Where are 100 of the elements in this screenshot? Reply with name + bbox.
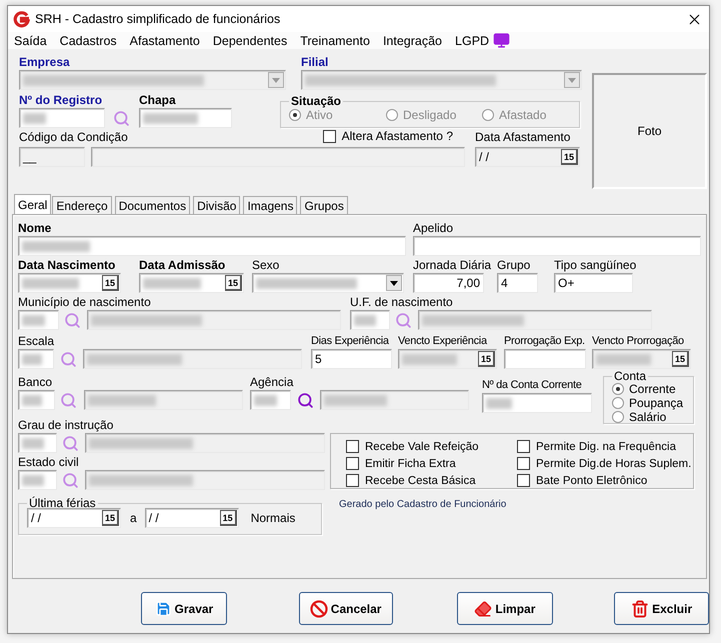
- input-field[interactable]: [83, 349, 302, 369]
- checkbox-option[interactable]: Altera Afastamento ?: [322, 129, 453, 143]
- blurred-text: [324, 394, 388, 406]
- calendar-button[interactable]: 15: [220, 510, 237, 526]
- blurred-text: [22, 278, 79, 288]
- action-button[interactable]: Cancelar: [298, 592, 393, 625]
- field-label: Tipo sangüíneo: [554, 259, 636, 272]
- blurred-text: [88, 394, 156, 406]
- tab[interactable]: Imagens: [243, 196, 298, 214]
- input-field[interactable]: [19, 108, 105, 128]
- action-button[interactable]: Limpar: [456, 592, 554, 625]
- menu-item[interactable]: Treinamento: [300, 34, 370, 48]
- checkbox-option[interactable]: Recebe Vale Refeição: [346, 438, 517, 455]
- checkbox-option[interactable]: Recebe Cesta Básica: [346, 472, 517, 489]
- dropdown-field[interactable]: [252, 273, 404, 293]
- menu-item[interactable]: LGPD: [455, 34, 490, 48]
- photo-frame[interactable]: Foto: [592, 73, 707, 189]
- blurred-text: [22, 474, 44, 486]
- input-field[interactable]: [139, 108, 232, 128]
- field-label: Nome: [18, 222, 52, 235]
- input-field[interactable]: 7,00: [413, 273, 484, 293]
- calendar-button[interactable]: 15: [225, 275, 242, 291]
- input-field[interactable]: [413, 236, 701, 256]
- input-field[interactable]: [18, 390, 55, 410]
- dropdown-field[interactable]: [301, 70, 582, 90]
- calendar-button[interactable]: 15: [478, 351, 495, 367]
- input-field[interactable]: [250, 390, 291, 410]
- radio-option[interactable]: Corrente: [612, 382, 693, 396]
- checkbox-option[interactable]: Permite Dig.de Horas Suplem.: [517, 455, 697, 472]
- input-field[interactable]: [350, 310, 390, 330]
- field-label: Sexo: [252, 259, 280, 272]
- checkbox-option[interactable]: Permite Dig. na Frequência: [517, 438, 697, 455]
- input-field[interactable]: [482, 393, 592, 413]
- field-label: Empresa: [19, 56, 70, 69]
- field-label: Vencto Prorrogação: [592, 335, 684, 348]
- tab[interactable]: Divisão: [193, 196, 240, 214]
- blurred-text: [402, 354, 457, 364]
- field-label: Município de nascimento: [18, 296, 151, 309]
- calendar-button[interactable]: 15: [672, 351, 689, 367]
- tab[interactable]: Grupos: [300, 196, 348, 214]
- info-note: Gerado pelo Cadastro de Funcionário: [339, 499, 508, 510]
- input-field[interactable]: [18, 349, 54, 369]
- field-label: Prorrogação Exp.: [504, 335, 585, 348]
- menu-item[interactable]: Cadastros: [60, 34, 117, 48]
- field-label: Estado civil: [18, 456, 79, 469]
- checkbox-option[interactable]: Emitir Ficha Extra: [346, 455, 517, 472]
- tab[interactable]: Documentos: [114, 196, 190, 214]
- menu-item[interactable]: Saída: [14, 34, 47, 48]
- monitor-icon[interactable]: [493, 32, 510, 49]
- input-field[interactable]: 4: [497, 273, 538, 293]
- logo-icon: [13, 10, 30, 28]
- date-field[interactable]: 15: [139, 273, 244, 293]
- date-field[interactable]: 15: [18, 273, 121, 293]
- blurred-text: [22, 354, 42, 364]
- radio-option[interactable]: Salário: [612, 410, 693, 424]
- date-field[interactable]: / / 15: [475, 147, 580, 167]
- menu-item[interactable]: Afastamento: [130, 34, 200, 48]
- search-icon[interactable]: [297, 392, 314, 408]
- input-field[interactable]: [18, 236, 406, 256]
- input-field[interactable]: [18, 310, 59, 330]
- menu-item[interactable]: Integração: [382, 34, 442, 48]
- date-field[interactable]: 15: [592, 349, 691, 369]
- dropdown-button[interactable]: [386, 275, 402, 291]
- input-field[interactable]: [87, 310, 341, 330]
- input-field[interactable]: [85, 433, 325, 453]
- input-field[interactable]: __: [19, 147, 85, 167]
- input-field[interactable]: [84, 390, 243, 410]
- date-field[interactable]: / / 15: [27, 508, 121, 528]
- action-button[interactable]: Excluir: [614, 592, 709, 625]
- date-field[interactable]: 15: [398, 349, 497, 369]
- blurred-text: [254, 394, 278, 406]
- tab[interactable]: Endereço: [52, 196, 112, 214]
- input-field[interactable]: O+: [554, 273, 633, 293]
- field-label: Grau de instrução: [18, 419, 114, 432]
- input-field[interactable]: [320, 390, 469, 410]
- input-field[interactable]: [18, 470, 57, 490]
- action-button[interactable]: Gravar: [141, 592, 227, 625]
- blurred-text: [22, 240, 90, 252]
- dropdown-field[interactable]: [19, 70, 286, 90]
- trash-icon: [631, 600, 650, 618]
- field-label: Vencto Experiência: [398, 335, 487, 348]
- input-field[interactable]: [418, 310, 652, 330]
- menu-item[interactable]: Dependentes: [212, 34, 288, 48]
- date-field[interactable]: / / 15: [144, 508, 239, 528]
- input-field[interactable]: [18, 433, 57, 453]
- calendar-button[interactable]: 15: [561, 149, 578, 165]
- calendar-button[interactable]: 15: [102, 510, 119, 526]
- blurred-text: [22, 314, 46, 326]
- input-field[interactable]: [91, 147, 465, 167]
- cancel-icon: [310, 600, 328, 618]
- checkbox-option[interactable]: Bate Ponto Eletrônico: [517, 472, 697, 489]
- radio-option[interactable]: Poupança: [612, 396, 693, 410]
- blurred-text: [22, 438, 44, 448]
- input-field[interactable]: [504, 349, 586, 369]
- calendar-button[interactable]: 15: [102, 275, 119, 291]
- input-field[interactable]: 5: [311, 349, 392, 369]
- field-label: Filial: [301, 56, 328, 69]
- input-field[interactable]: [85, 470, 325, 490]
- group-label: Conta: [613, 370, 648, 382]
- tab[interactable]: Geral: [14, 194, 52, 214]
